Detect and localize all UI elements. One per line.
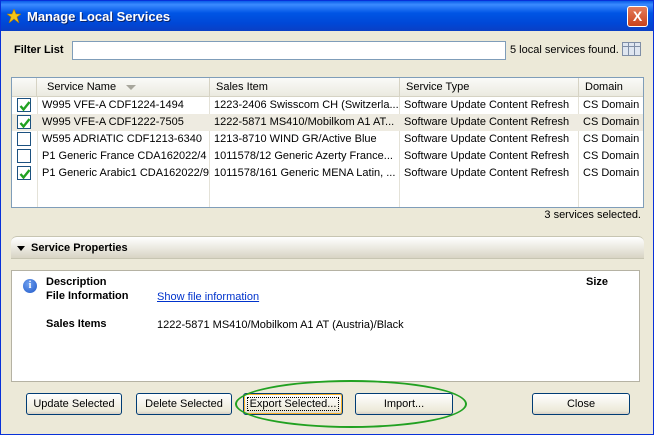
filter-list-label: Filter List [14, 44, 64, 56]
checkmark-icon [19, 169, 31, 180]
description-label: Description [46, 276, 107, 288]
close-button[interactable]: Close [532, 393, 630, 415]
size-label: Size [586, 276, 609, 288]
service-name-cell: P1 Generic Arabic1 CDA162022/9 [42, 167, 209, 179]
checkmark-icon [19, 118, 31, 129]
domain-cell: CS Domain [583, 133, 640, 145]
column-header-label: Sales Item [216, 81, 268, 93]
sales-item-cell: 1213-8710 WIND GR/Active Blue [214, 133, 377, 145]
button-label: Update Selected [33, 398, 115, 410]
column-header-label: Domain [585, 81, 623, 93]
checkmark-icon [19, 101, 31, 112]
table-row[interactable]: P1 Generic Arabic1 CDA162022/9 1011578/16… [12, 165, 643, 182]
column-header-service-name[interactable]: Service Name [37, 78, 210, 97]
column-chooser-icon[interactable] [622, 42, 641, 56]
filter-input[interactable] [72, 41, 506, 60]
button-label: Close [566, 398, 596, 410]
service-type-cell: Software Update Content Refresh [404, 133, 570, 145]
sales-item-cell: 1011578/161 Generic MENA Latin, ... [214, 167, 396, 179]
highlight-ellipse [235, 380, 467, 428]
service-type-cell: Software Update Content Refresh [404, 150, 570, 162]
service-name-cell: P1 Generic France CDA162022/4 [42, 150, 207, 162]
column-header-label: Service Type [406, 81, 470, 93]
close-icon: X [632, 8, 643, 24]
show-file-information-link[interactable]: Show file information [157, 291, 259, 303]
service-name-cell: W595 ADRIATIC CDF1213-6340 [42, 133, 202, 145]
services-selected-text: 3 services selected. [544, 209, 641, 221]
service-type-cell: Software Update Content Refresh [404, 167, 570, 179]
domain-cell: CS Domain [583, 150, 640, 162]
table-header: Service Name Sales Item Service Type Dom… [12, 78, 643, 97]
title-bar[interactable]: Manage Local Services X [1, 1, 653, 31]
service-properties-body: i Description Size File Information Show… [11, 270, 640, 382]
sales-items-value: 1222-5871 MS410/Mobilkom A1 AT (Austria)… [157, 319, 404, 331]
domain-cell: CS Domain [583, 99, 640, 111]
row-checkbox[interactable] [17, 98, 31, 112]
service-name-cell: W995 VFE-A CDF1222-7505 [42, 116, 184, 128]
delete-selected-button[interactable]: Delete Selected [136, 393, 232, 415]
sort-arrow-icon [126, 84, 137, 90]
column-header-domain[interactable]: Domain [579, 78, 643, 97]
domain-cell: CS Domain [583, 167, 640, 179]
close-window-button[interactable]: X [627, 6, 648, 27]
service-type-cell: Software Update Content Refresh [404, 99, 570, 111]
table-row[interactable]: W995 VFE-A CDF1222-7505 1222-5871 MS410/M… [12, 114, 643, 131]
update-selected-button[interactable]: Update Selected [26, 393, 122, 415]
info-icon: i [23, 279, 37, 293]
row-checkbox[interactable] [17, 149, 31, 163]
table-row[interactable]: W595 ADRIATIC CDF1213-6340 1213-8710 WIND… [12, 131, 643, 148]
service-type-cell: Software Update Content Refresh [404, 116, 570, 128]
sales-item-cell: 1222-5871 MS410/Mobilkom A1 AT... [214, 116, 395, 128]
column-header-label: Service Name [47, 81, 117, 93]
row-checkbox[interactable] [17, 115, 31, 129]
column-header-service-type[interactable]: Service Type [400, 78, 579, 97]
table-row[interactable]: P1 Generic France CDA162022/4 1011578/12 … [12, 148, 643, 165]
service-properties-panel: Service Properties i Description Size Fi… [11, 236, 644, 384]
service-name-cell: W995 VFE-A CDF1224-1494 [42, 99, 184, 111]
domain-cell: CS Domain [583, 116, 640, 128]
row-checkbox[interactable] [17, 132, 31, 146]
sales-items-label: Sales Items [46, 318, 107, 330]
row-checkbox[interactable] [17, 166, 31, 180]
manage-local-services-window: Manage Local Services X Filter List 5 lo… [0, 0, 654, 435]
file-information-label: File Information [46, 290, 129, 302]
service-properties-header[interactable]: Service Properties [11, 236, 644, 259]
window-title: Manage Local Services [27, 9, 171, 24]
checkbox-column-header[interactable] [12, 78, 37, 97]
services-found-text: 5 local services found. [510, 44, 619, 56]
service-properties-title: Service Properties [31, 242, 128, 254]
sales-item-cell: 1011578/12 Generic Azerty France... [214, 150, 393, 162]
services-table: Service Name Sales Item Service Type Dom… [11, 77, 644, 208]
column-header-sales-item[interactable]: Sales Item [210, 78, 400, 97]
app-icon [7, 9, 21, 23]
table-row[interactable]: W995 VFE-A CDF1224-1494 1223-2406 Swissco… [12, 97, 643, 114]
collapse-triangle-icon[interactable] [17, 246, 25, 251]
sales-item-cell: 1223-2406 Swisscom CH (Switzerla... [214, 99, 398, 111]
button-label: Delete Selected [145, 398, 223, 410]
